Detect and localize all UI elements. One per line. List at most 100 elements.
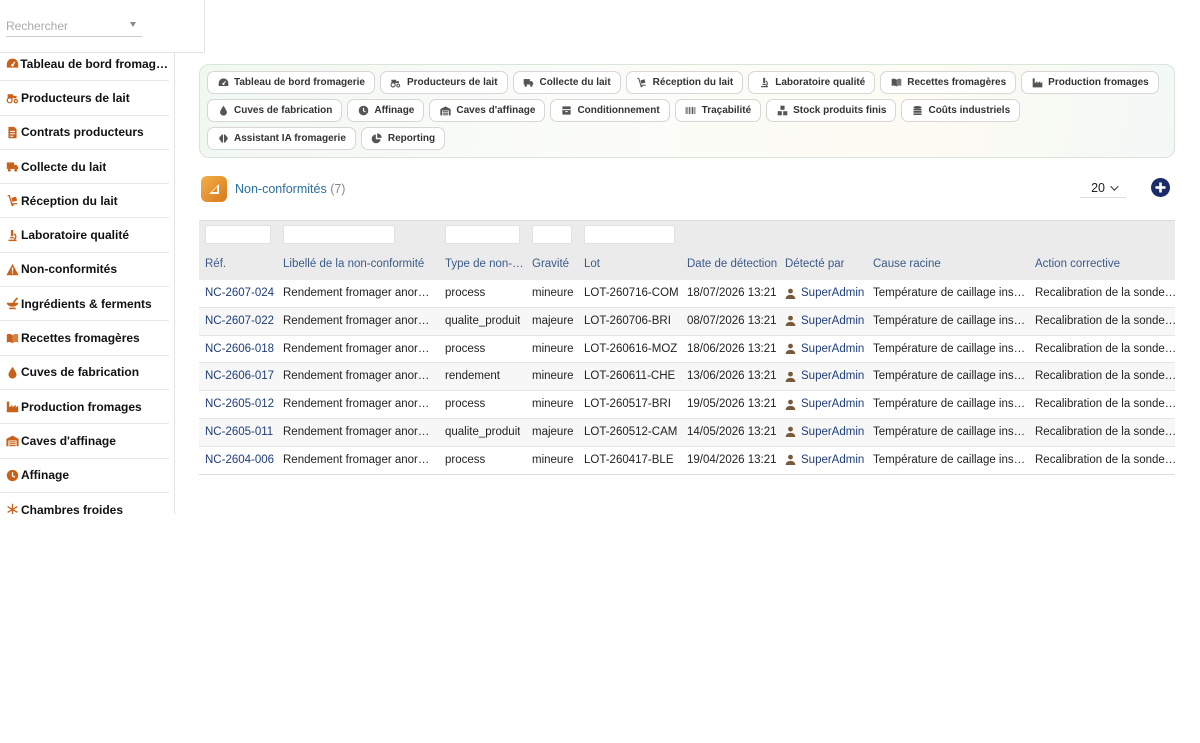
tab-laboratoire[interactable]: Laboratoire qualité xyxy=(748,71,876,94)
tab-label: Production fromages xyxy=(1048,77,1149,88)
cell-detected-by[interactable]: SuperAdmin xyxy=(785,287,864,299)
cell-ref[interactable]: NC-2605-011 xyxy=(205,426,273,438)
table-row[interactable]: NC-2605-011 Rendement fromager anormal qua… xyxy=(199,418,1175,447)
non-conformities-table: Réf. Libellé de la non-conformité Type de … xyxy=(199,220,1175,475)
tab-conditionnement[interactable]: Conditionnement xyxy=(550,99,670,122)
warning-icon xyxy=(5,262,20,276)
user-name: SuperAdmin xyxy=(801,398,865,411)
tab-stock[interactable]: Stock produits finis xyxy=(766,99,897,122)
sidebar-item-laboratoire[interactable]: Laboratoire qualité xyxy=(0,218,169,253)
tab-collecte[interactable]: Collecte du lait xyxy=(512,71,621,94)
sidebar-item-chambres[interactable]: Chambres froides xyxy=(0,493,169,514)
cell-gravity: mineure xyxy=(532,287,574,299)
sidebar-item-reception[interactable]: Réception du lait xyxy=(0,184,169,219)
sidebar-item-production[interactable]: Production fromages xyxy=(0,390,169,425)
table-row[interactable]: NC-2607-024 Rendement fromager anormal pro… xyxy=(199,280,1175,308)
column-header-gravity[interactable]: Gravité xyxy=(532,258,569,270)
cell-gravity: majeure xyxy=(532,425,574,438)
tab-reception[interactable]: Réception du lait xyxy=(625,71,744,94)
cell-lot: LOT-260616-MOZ xyxy=(584,342,678,355)
sidebar-item-label: Production fromages xyxy=(21,399,142,414)
cell-date: 18/06/2026 13:21 xyxy=(687,342,777,355)
column-header-ref[interactable]: Réf. xyxy=(205,258,226,270)
cell-label: Rendement fromager anormal xyxy=(283,314,435,327)
sidebar-item-collecte[interactable]: Collecte du lait xyxy=(0,150,169,185)
cell-gravity: mineure xyxy=(532,398,574,411)
table-row[interactable]: NC-2606-017 Rendement fromager anormal ren… xyxy=(199,363,1175,392)
clock-icon xyxy=(5,468,20,482)
filter-input-ref[interactable] xyxy=(205,225,271,244)
filter-input-type[interactable] xyxy=(445,225,520,244)
table-row[interactable]: NC-2606-018 Rendement fromager anormal pro… xyxy=(199,335,1175,364)
user-name: SuperAdmin xyxy=(801,453,865,466)
chevron-down-icon[interactable] xyxy=(130,22,136,27)
tab-label: Recettes fromagères xyxy=(907,77,1007,88)
cell-date: 08/07/2026 13:21 xyxy=(687,314,777,327)
filter-input-gravity[interactable] xyxy=(532,225,572,244)
column-header-root-cause[interactable]: Cause racine xyxy=(873,258,941,270)
cell-ref[interactable]: NC-2607-022 xyxy=(205,315,274,327)
tab-cuves[interactable]: Cuves de fabrication xyxy=(207,99,343,122)
column-header-type[interactable]: Type de non-conformité xyxy=(445,258,525,270)
sidebar-item-caves[interactable]: Caves d'affinage xyxy=(0,424,169,459)
page-size-select[interactable]: 20 xyxy=(1080,178,1126,198)
tab-label: Affinage xyxy=(374,105,415,116)
cell-ref[interactable]: NC-2606-017 xyxy=(205,370,274,382)
table-row[interactable]: NC-2607-022 Rendement fromager anormal qua… xyxy=(199,307,1175,336)
cell-detected-by[interactable]: SuperAdmin xyxy=(785,370,864,382)
add-record-button[interactable] xyxy=(1151,178,1170,197)
column-header-detected-by[interactable]: Détecté par xyxy=(785,258,844,270)
cell-ref[interactable]: NC-2607-024 xyxy=(205,287,274,299)
sidebar-item-label: Ingrédients & ferments xyxy=(21,296,152,311)
tab-producteurs[interactable]: Producteurs de lait xyxy=(379,71,508,94)
tab-assistant-ia[interactable]: Assistant IA fromagerie xyxy=(207,127,356,150)
user-name: SuperAdmin xyxy=(801,370,865,383)
drop-icon xyxy=(5,365,20,379)
column-header-date[interactable]: Date de détection xyxy=(687,258,777,270)
sidebar-item-producteurs[interactable]: Producteurs de lait xyxy=(0,81,169,116)
industry-icon xyxy=(5,400,20,414)
table-row[interactable]: NC-2604-006 Rendement fromager anormal pro… xyxy=(199,446,1175,475)
sidebar: Tableau de bord fromagerie Producteurs de… xyxy=(0,0,175,514)
cell-root-cause: Température de caillage instable xyxy=(873,453,1028,466)
sidebar-item-contrats[interactable]: Contrats producteurs xyxy=(0,116,169,150)
cell-type: rendement xyxy=(445,370,500,383)
filter-input-label[interactable] xyxy=(283,225,395,244)
tab-label: Stock produits finis xyxy=(793,105,887,116)
tab-caves[interactable]: Caves d'affinage xyxy=(429,99,546,122)
sidebar-item-cuves[interactable]: Cuves de fabrication xyxy=(0,356,169,390)
cell-gravity: majeure xyxy=(532,314,574,327)
tab-couts[interactable]: Coûts industriels xyxy=(901,99,1021,122)
search-input[interactable] xyxy=(6,16,142,37)
tab-reporting[interactable]: Reporting xyxy=(360,127,446,150)
cell-root-cause: Température de caillage instable xyxy=(873,287,1028,299)
column-header-label[interactable]: Libellé de la non-conformité xyxy=(283,258,424,270)
cell-ref[interactable]: NC-2604-006 xyxy=(205,454,274,466)
cell-ref[interactable]: NC-2605-012 xyxy=(205,398,274,410)
boxes-icon xyxy=(776,105,788,116)
cell-detected-by[interactable]: SuperAdmin xyxy=(785,398,864,410)
cell-detected-by[interactable]: SuperAdmin xyxy=(785,343,864,355)
tab-tableau-de-bord[interactable]: Tableau de bord fromagerie xyxy=(207,71,375,94)
cell-root-cause: Température de caillage instable xyxy=(873,398,1028,411)
sidebar-item-label: Recettes fromagères xyxy=(21,331,140,346)
tab-production[interactable]: Production fromages xyxy=(1021,71,1159,94)
sidebar-item-non-conformites[interactable]: Non-conformités xyxy=(0,253,169,288)
sidebar-item-ingredients[interactable]: Ingrédients & ferments xyxy=(0,287,169,322)
filter-input-lot[interactable] xyxy=(584,225,675,244)
column-header-lot[interactable]: Lot xyxy=(584,258,600,270)
tab-tracabilite[interactable]: Traçabilité xyxy=(674,99,762,122)
table-row[interactable]: NC-2605-012 Rendement fromager anormal pro… xyxy=(199,391,1175,419)
sidebar-menu: Tableau de bord fromagerie Producteurs de… xyxy=(0,47,174,514)
cell-detected-by[interactable]: SuperAdmin xyxy=(785,454,864,466)
sidebar-item-affinage[interactable]: Affinage xyxy=(0,459,169,493)
cell-ref[interactable]: NC-2606-018 xyxy=(205,343,274,355)
cell-lot: LOT-260517-BRI xyxy=(584,398,671,411)
table-body: NC-2607-024 Rendement fromager anormal pro… xyxy=(199,280,1175,475)
tab-affinage[interactable]: Affinage xyxy=(347,99,425,122)
cell-detected-by[interactable]: SuperAdmin xyxy=(785,315,864,327)
sidebar-item-recettes[interactable]: Recettes fromagères xyxy=(0,321,169,356)
column-header-corrective-action[interactable]: Action corrective xyxy=(1035,258,1120,270)
cell-detected-by[interactable]: SuperAdmin xyxy=(785,426,864,438)
tab-recettes[interactable]: Recettes fromagères xyxy=(880,71,1017,94)
